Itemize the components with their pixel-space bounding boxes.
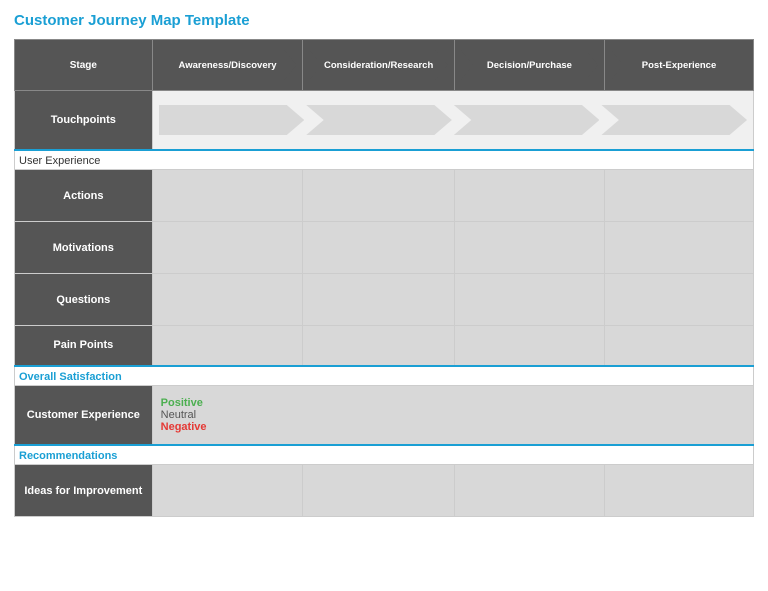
customer-experience-content[interactable]: Positive Neutral Negative [152, 385, 753, 445]
actions-label: Actions [15, 170, 153, 222]
stage-header-label: Stage [15, 40, 153, 91]
touchpoint-arrow-3 [454, 105, 600, 135]
ideas-cell-4[interactable] [605, 465, 754, 517]
actions-cell-1[interactable] [152, 170, 303, 222]
actions-cell-3[interactable] [454, 170, 604, 222]
questions-cell-1[interactable] [152, 274, 303, 326]
questions-cell-4[interactable] [605, 274, 754, 326]
motivations-cell-3[interactable] [454, 222, 604, 274]
questions-cell-2[interactable] [303, 274, 454, 326]
ideas-label: Ideas for Improvement [15, 465, 153, 517]
stage-header-post: Post-Experience [605, 40, 754, 91]
motivations-label: Motivations [15, 222, 153, 274]
motivations-cell-1[interactable] [152, 222, 303, 274]
ideas-cell-1[interactable] [152, 465, 303, 517]
cx-positive-label: Positive [161, 397, 745, 409]
recommendations-label: Recommendations [19, 450, 117, 462]
overall-satisfaction-label: Overall Satisfaction [19, 371, 122, 383]
touchpoint-arrow-2 [306, 105, 452, 135]
pain-points-cell-3[interactable] [454, 326, 604, 366]
questions-cell-3[interactable] [454, 274, 604, 326]
stage-header-decision: Decision/Purchase [454, 40, 604, 91]
cx-negative-label: Negative [161, 421, 745, 433]
user-experience-label: User Experience [19, 155, 100, 167]
touchpoint-arrow-4 [601, 105, 747, 135]
actions-cell-4[interactable] [605, 170, 754, 222]
stage-header-consideration: Consideration/Research [303, 40, 454, 91]
stage-header-awareness: Awareness/Discovery [152, 40, 303, 91]
customer-experience-label: Customer Experience [15, 385, 153, 445]
touchpoints-content [152, 91, 753, 151]
pain-points-cell-4[interactable] [605, 326, 754, 366]
pain-points-cell-1[interactable] [152, 326, 303, 366]
cx-neutral-label: Neutral [161, 409, 745, 421]
page-title: Customer Journey Map Template [14, 12, 754, 29]
pain-points-cell-2[interactable] [303, 326, 454, 366]
ideas-cell-3[interactable] [454, 465, 604, 517]
motivations-cell-4[interactable] [605, 222, 754, 274]
motivations-cell-2[interactable] [303, 222, 454, 274]
ideas-cell-2[interactable] [303, 465, 454, 517]
questions-label: Questions [15, 274, 153, 326]
touchpoints-label: Touchpoints [15, 91, 153, 151]
touchpoint-arrow-1 [159, 105, 305, 135]
pain-points-label: Pain Points [15, 326, 153, 366]
actions-cell-2[interactable] [303, 170, 454, 222]
